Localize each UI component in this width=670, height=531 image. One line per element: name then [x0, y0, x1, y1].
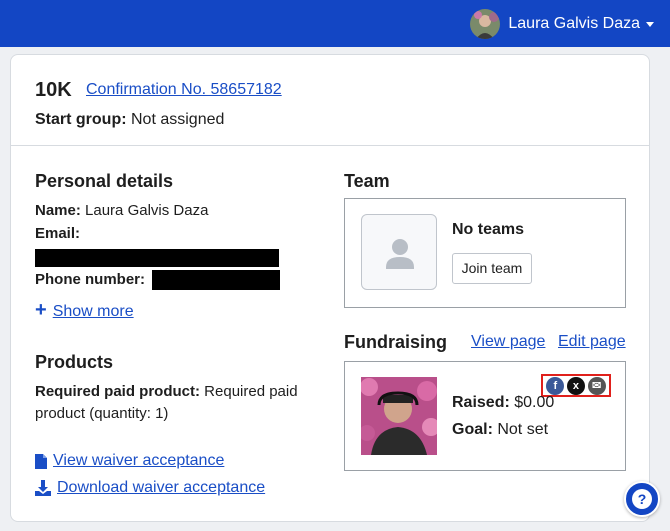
file-icon	[35, 453, 47, 469]
user-avatar	[470, 9, 501, 39]
user-placeholder-icon	[386, 239, 414, 269]
fundraising-heading: Fundraising	[344, 332, 447, 352]
download-waiver-link[interactable]: Download waiver acceptance	[35, 479, 265, 497]
goal-row: Goal: Not set	[452, 419, 548, 441]
products-heading: Products	[35, 352, 114, 372]
fundraiser-photo	[361, 377, 437, 455]
product-label: Required paid product:	[35, 383, 200, 400]
team-box: No teams Join team	[344, 198, 626, 308]
email-icon[interactable]: ✉	[587, 376, 606, 395]
caret-down-icon	[646, 21, 654, 27]
start-group: Start group: Not assigned	[35, 111, 224, 129]
view-waiver-link[interactable]: View waiver acceptance	[35, 452, 224, 470]
view-page-link[interactable]: View page	[471, 333, 545, 351]
x-icon[interactable]: x	[566, 376, 585, 395]
start-group-value: Not assigned	[131, 111, 225, 128]
email-row: Email:	[35, 223, 80, 245]
start-group-label: Start group:	[35, 111, 127, 128]
join-team-button[interactable]: Join team	[452, 253, 532, 284]
name-value: Laura Galvis Daza	[85, 202, 209, 219]
registration-card: 10K Confirmation No. 58657182 Start grou…	[10, 54, 650, 522]
phone-redacted	[152, 270, 280, 290]
user-name: Laura Galvis Daza	[508, 15, 640, 32]
team-status: No teams	[452, 221, 525, 238]
show-more-label: Show more	[52, 303, 134, 320]
user-menu[interactable]: Laura Galvis Daza	[470, 9, 654, 39]
email-redacted	[35, 249, 279, 267]
raised-value: $0.00	[514, 394, 555, 411]
goal-value: Not set	[497, 421, 549, 438]
view-waiver-label: View waiver acceptance	[53, 452, 225, 469]
edit-page-link[interactable]: Edit page	[558, 333, 626, 351]
phone-label: Phone number:	[35, 271, 146, 288]
top-navigation-bar: Laura Galvis Daza	[0, 0, 670, 47]
product-row: Required paid product: Required paid pro…	[35, 381, 325, 425]
raised-label: Raised:	[452, 394, 510, 411]
name-row: Name: Laura Galvis Daza	[35, 200, 208, 222]
phone-row: Phone number:	[35, 269, 145, 291]
goal-label: Goal:	[452, 421, 493, 438]
download-icon	[35, 480, 51, 496]
event-name: 10K	[35, 79, 72, 101]
personal-details-heading: Personal details	[35, 171, 174, 191]
fundraising-box: f x ✉ Raised: $0.00 Goal: Not set	[344, 361, 626, 471]
team-heading: Team	[344, 171, 390, 191]
download-waiver-label: Download waiver acceptance	[57, 479, 266, 496]
help-button[interactable]: ?	[624, 481, 660, 517]
show-more-link[interactable]: + Show more	[35, 299, 134, 323]
raised-row: Raised: $0.00	[452, 392, 554, 414]
question-icon: ?	[632, 489, 652, 509]
confirmation-link[interactable]: Confirmation No. 58657182	[86, 81, 282, 99]
email-label: Email:	[35, 225, 81, 242]
team-placeholder	[361, 214, 437, 290]
section-divider	[11, 145, 649, 146]
plus-icon: +	[35, 299, 47, 321]
name-label: Name:	[35, 202, 81, 219]
